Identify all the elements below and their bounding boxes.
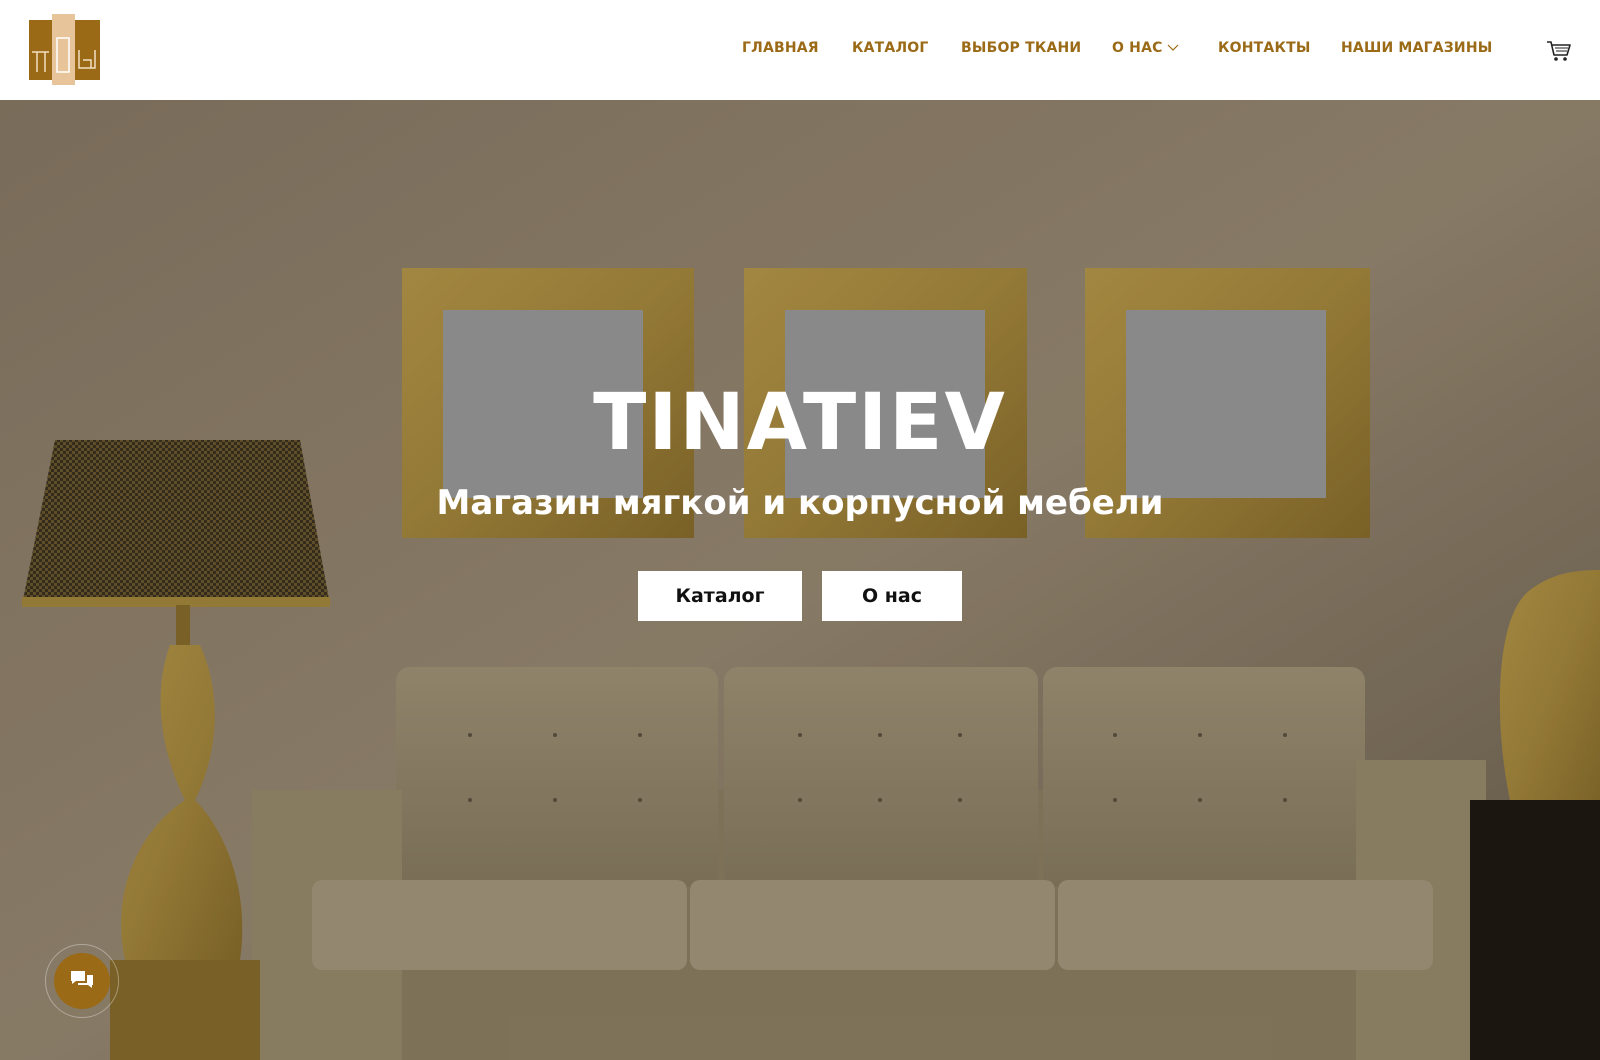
hero-section: TINATIEV Магазин мягкой и корпусной мебе…	[0, 100, 1600, 1060]
logo-icon[interactable]	[29, 14, 100, 85]
chat-icon	[54, 953, 110, 1009]
chat-widget-button[interactable]	[45, 944, 119, 1018]
cart-icon[interactable]	[1546, 40, 1572, 62]
hero-title: TINATIEV	[593, 378, 1007, 468]
nav-our-stores[interactable]: НАШИ МАГАЗИНЫ	[1341, 40, 1492, 56]
nav-contacts[interactable]: КОНТАКТЫ	[1218, 40, 1311, 56]
about-button[interactable]: О нас	[822, 571, 962, 621]
nav-about-label: О НАС	[1112, 40, 1163, 56]
nav-catalog[interactable]: КАТАЛОГ	[852, 40, 929, 56]
chevron-down-icon	[1167, 40, 1179, 56]
nav-home[interactable]: ГЛАВНАЯ	[742, 40, 819, 56]
nav-fabric-choice[interactable]: ВЫБОР ТКАНИ	[961, 40, 1081, 56]
nav-about[interactable]: О НАС	[1112, 40, 1179, 56]
hero-subtitle: Магазин мягкой и корпусной мебели	[436, 483, 1164, 523]
catalog-button[interactable]: Каталог	[638, 571, 802, 621]
site-header: ГЛАВНАЯ КАТАЛОГ ВЫБОР ТКАНИ О НАС КОНТАК…	[0, 0, 1600, 100]
